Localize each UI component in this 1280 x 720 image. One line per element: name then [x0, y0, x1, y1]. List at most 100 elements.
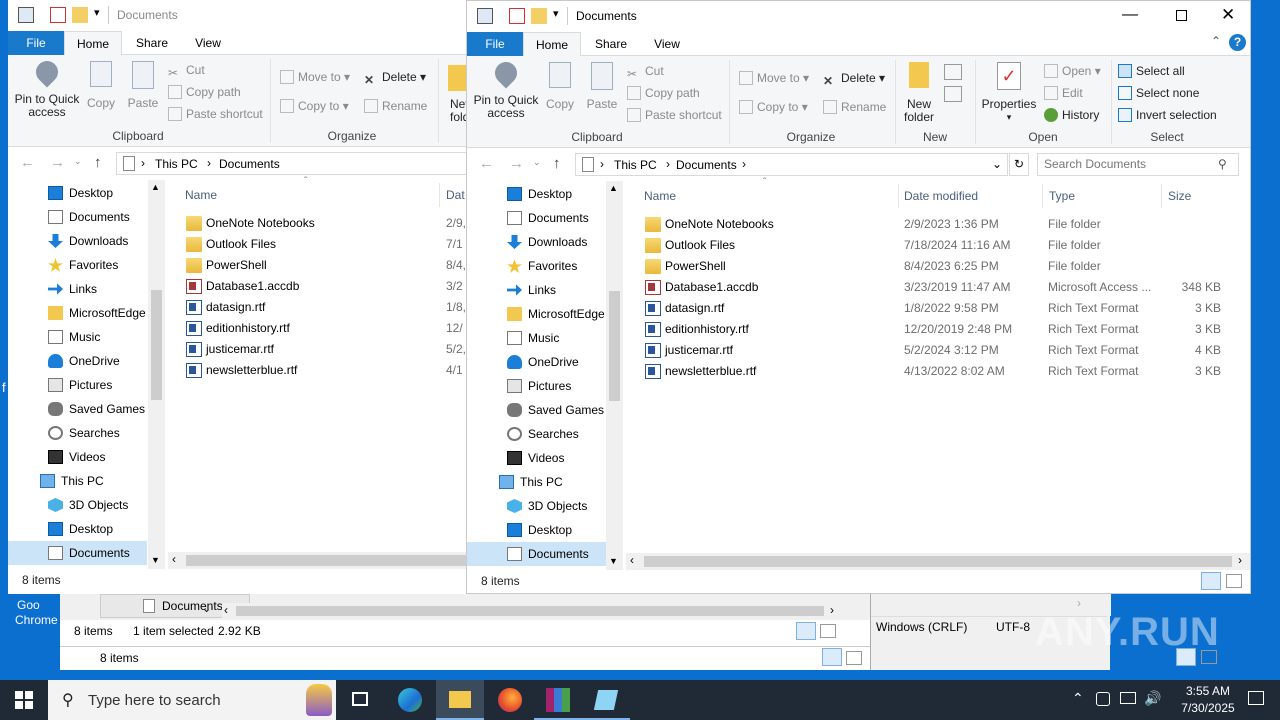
nav-item-music[interactable]: Music — [8, 325, 147, 349]
nav-item-pictures[interactable]: Pictures — [8, 373, 147, 397]
list-item[interactable]: Database1.accdb 3/23/2019 11:47 AM Microso… — [645, 277, 1245, 298]
column-header-name[interactable]: Name — [644, 184, 676, 208]
column-header-date[interactable]: Date modified — [904, 184, 978, 208]
column-header-size[interactable]: Size — [1168, 184, 1191, 208]
tray-app-icon[interactable] — [1096, 692, 1110, 706]
nav-item-favorites[interactable]: Favorites — [8, 253, 147, 277]
clock-time[interactable]: 3:55 AM — [1172, 684, 1244, 698]
breadcrumb-documents[interactable]: Documents — [676, 158, 737, 172]
nav-item-saved-games[interactable]: Saved Games — [8, 397, 147, 421]
nav-item-this-pc[interactable]: This PC — [467, 470, 606, 494]
cut-button[interactable]: ✂ Cut — [168, 61, 205, 80]
show-hidden-icons-icon[interactable]: ⌃ — [1072, 690, 1084, 707]
nav-item-documents[interactable]: Documents — [467, 206, 606, 230]
back-icon[interactable]: ← — [479, 155, 494, 172]
nav-item-onedrive[interactable]: OneDrive — [8, 349, 147, 373]
move-to-button[interactable]: Move to ▾ — [280, 68, 350, 86]
scroll-down-icon[interactable]: ▼ — [151, 555, 160, 565]
nav-item-favorites[interactable]: Favorites — [467, 254, 606, 278]
breadcrumb-this-pc[interactable]: This PC — [155, 157, 198, 171]
scroll-right-icon[interactable]: › — [830, 603, 834, 617]
nav-item-onedrive[interactable]: OneDrive — [467, 350, 606, 374]
collapse-ribbon-icon[interactable]: ⌃ — [1211, 34, 1221, 48]
tab-home[interactable]: Home — [64, 31, 122, 56]
new-folder-icon[interactable] — [531, 8, 547, 24]
list-item[interactable]: newsletterblue.rtf 4/13/2022 8:02 AM Rich … — [645, 361, 1245, 382]
nav-item-saved-games[interactable]: Saved Games — [467, 398, 606, 422]
list-item[interactable]: Outlook Files 7/18/2024 11:16 AM File fold… — [645, 235, 1245, 256]
details-view-icon[interactable] — [1176, 648, 1196, 666]
horizontal-scrollbar[interactable]: ‹ › — [222, 603, 842, 620]
notifications-icon[interactable] — [1248, 691, 1264, 705]
nav-item-links[interactable]: Links — [8, 277, 147, 301]
scroll-down-icon[interactable]: ▼ — [609, 556, 618, 566]
horizontal-scrollbar[interactable]: ‹ › — [626, 553, 1250, 570]
rename-button[interactable]: Rename — [823, 98, 886, 116]
nav-item-microsoftedge[interactable]: MicrosoftEdge — [8, 301, 147, 325]
winrar-app[interactable] — [534, 680, 582, 720]
horizontal-scrollbar[interactable]: ‹ — [168, 552, 468, 569]
nav-item-videos[interactable]: Videos — [8, 445, 147, 469]
tab-view[interactable]: View — [180, 31, 236, 55]
nav-item-microsoftedge[interactable]: MicrosoftEdge — [467, 302, 606, 326]
recent-chevron-icon[interactable]: ⌄ — [74, 156, 82, 167]
list-item[interactable]: PowerShell 8/4/2023 6:25 PM File folder — [645, 256, 1245, 277]
list-item[interactable]: OneNote Notebooks 2/9, — [186, 213, 466, 234]
delete-button[interactable]: ✕ Delete ▾ — [364, 68, 426, 87]
close-icon[interactable]: ✕ — [1221, 5, 1235, 25]
chevron-down-icon[interactable]: ▾ — [553, 7, 559, 20]
scroll-right-icon[interactable]: › — [1077, 596, 1081, 610]
pin-to-quick-access-button[interactable]: Pin to Quick access — [14, 56, 80, 119]
select-all-button[interactable]: Select all — [1118, 62, 1185, 80]
list-item[interactable]: OneNote Notebooks 2/9/2023 1:36 PM File fo… — [645, 214, 1245, 235]
nav-item-music[interactable]: Music — [467, 326, 606, 350]
nav-item-documents[interactable]: Documents — [8, 541, 147, 565]
column-header-type[interactable]: Type — [1049, 184, 1075, 208]
taskbar-search[interactable]: ⚲ Type here to search — [48, 680, 336, 720]
nav-item-links[interactable]: Links — [467, 278, 606, 302]
properties-icon[interactable] — [509, 8, 525, 24]
copy-path-button[interactable]: Copy path — [168, 83, 241, 101]
list-item[interactable]: Outlook Files 7/1 — [186, 234, 466, 255]
nav-item-3d-objects[interactable]: 3D Objects — [467, 494, 606, 518]
nav-item-desktop[interactable]: Desktop — [467, 182, 606, 206]
forward-icon[interactable]: → — [50, 154, 65, 171]
nav-item-3d-objects[interactable]: 3D Objects — [8, 493, 147, 517]
tab-view[interactable]: View — [639, 32, 695, 56]
column-header-name[interactable]: Name — [185, 183, 217, 207]
large-icons-view-icon[interactable] — [1226, 574, 1242, 588]
pin-to-quick-access-button[interactable]: Pin to Quick access — [473, 57, 539, 120]
move-to-button[interactable]: Move to ▾ — [739, 69, 809, 87]
firefox-app[interactable] — [486, 680, 534, 720]
scroll-right-icon[interactable]: › — [1238, 553, 1242, 567]
tab-share[interactable]: Share — [583, 32, 639, 56]
history-button[interactable]: History — [1044, 106, 1099, 124]
address-bar[interactable]: › This PC › Documents › ⌄ — [575, 153, 1008, 176]
select-none-button[interactable]: Select none — [1118, 84, 1199, 102]
nav-item-downloads[interactable]: Downloads — [8, 229, 147, 253]
minimize-icon[interactable]: — — [1122, 6, 1138, 24]
details-view-icon[interactable] — [1201, 572, 1221, 590]
easy-access-icon[interactable] — [944, 86, 962, 102]
chevron-down-icon[interactable]: ▾ — [94, 6, 100, 19]
vertical-scrollbar[interactable]: ▲ ▼ — [148, 180, 165, 569]
nav-item-this-pc[interactable]: This PC — [8, 469, 147, 493]
scroll-up-icon[interactable]: ▲ — [151, 182, 160, 192]
rename-button[interactable]: Rename — [364, 97, 427, 115]
desktop-icon-label[interactable]: Goo Chrome — [15, 598, 58, 628]
up-icon[interactable]: ↑ — [553, 155, 561, 172]
scroll-left-icon[interactable]: ‹ — [172, 552, 176, 566]
task-view-button[interactable] — [336, 680, 384, 720]
copy-path-button[interactable]: Copy path — [627, 84, 700, 102]
list-item[interactable]: PowerShell 8/4, — [186, 255, 466, 276]
nav-item-desktop[interactable]: Desktop — [8, 517, 147, 541]
nav-item-searches[interactable]: Searches — [467, 422, 606, 446]
invert-selection-button[interactable]: Invert selection — [1118, 106, 1217, 124]
delete-button[interactable]: ✕ Delete ▾ — [823, 69, 885, 88]
file-explorer-app[interactable] — [436, 680, 484, 720]
tab-file[interactable]: File — [8, 31, 64, 55]
list-item[interactable]: newsletterblue.rtf 4/1 — [186, 360, 466, 381]
properties-icon[interactable] — [50, 7, 66, 23]
clock-date[interactable]: 7/30/2025 — [1168, 701, 1248, 715]
edit-button[interactable]: Edit — [1044, 84, 1083, 102]
